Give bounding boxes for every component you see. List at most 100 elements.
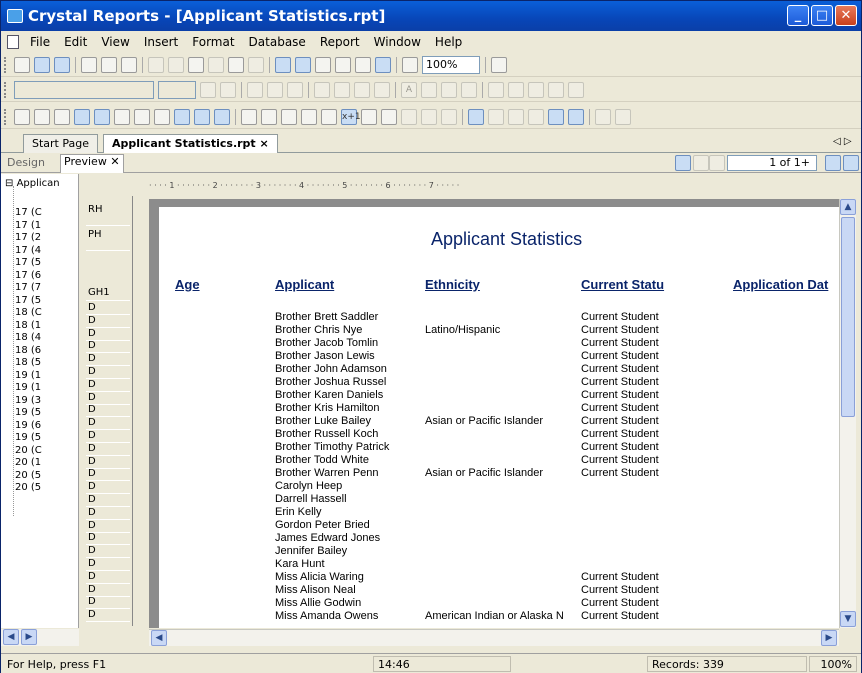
increase-font-icon[interactable]	[200, 81, 216, 98]
new-icon[interactable]	[14, 56, 30, 73]
tree-node[interactable]: 17 (6	[15, 270, 41, 281]
tree-node[interactable]: 18 (1	[15, 320, 41, 331]
tree-node[interactable]: 19 (5	[15, 407, 41, 418]
undo-icon[interactable]	[228, 56, 244, 73]
tab-start-page[interactable]: Start Page	[23, 134, 98, 153]
zoom-icon[interactable]	[421, 108, 437, 125]
tree-node[interactable]: 17 (4	[15, 245, 41, 256]
section-detail[interactable]: D	[86, 328, 130, 341]
group-tree-icon[interactable]	[441, 108, 457, 125]
tree-scroll-left-icon[interactable]: ◀	[3, 629, 19, 645]
insert-map-icon[interactable]	[214, 108, 230, 125]
copy-icon[interactable]	[168, 56, 184, 73]
tree-node[interactable]: 17 (1	[15, 220, 41, 231]
horizontal-scrollbar[interactable]: ◀ ▶	[149, 629, 839, 646]
save-icon[interactable]	[54, 56, 70, 73]
insert-group-icon[interactable]	[34, 108, 50, 125]
format-painter-icon[interactable]	[208, 56, 224, 73]
menu-database[interactable]: Database	[242, 35, 313, 49]
section-detail[interactable]: D	[86, 353, 130, 367]
highlighting-icon[interactable]	[321, 108, 337, 125]
insert-subreport-icon[interactable]	[114, 108, 130, 125]
refresh-preview-icon[interactable]	[675, 155, 691, 171]
scroll-up-icon[interactable]: ▲	[840, 199, 856, 215]
find-icon[interactable]	[402, 56, 418, 73]
first-page-icon[interactable]	[508, 108, 524, 125]
field-explorer-icon[interactable]	[275, 56, 291, 73]
zoom-select[interactable]: 100%	[422, 55, 480, 74]
thousands-icon[interactable]	[508, 81, 524, 98]
last-page-nav-icon[interactable]	[843, 155, 859, 171]
redo-icon[interactable]	[248, 56, 264, 73]
help-icon[interactable]	[491, 56, 507, 73]
insert-picture-icon[interactable]	[174, 108, 190, 125]
search-icon[interactable]	[401, 108, 417, 125]
insert-summary-icon[interactable]	[54, 108, 70, 125]
section-rh[interactable]: RH	[86, 204, 130, 226]
report-options-icon[interactable]	[381, 108, 397, 125]
decrease-font-icon[interactable]	[220, 81, 236, 98]
section-detail[interactable]: D	[86, 494, 130, 507]
print-preview-icon[interactable]	[101, 56, 117, 73]
font-name-select[interactable]	[14, 80, 154, 99]
toolbar-grip[interactable]	[4, 81, 8, 98]
italic-icon[interactable]	[267, 81, 283, 98]
tree-node[interactable]: 20 (C	[15, 445, 42, 456]
record-sort-icon[interactable]	[261, 108, 277, 125]
vertical-scrollbar[interactable]: ▲ ▼	[839, 199, 856, 628]
tree-node[interactable]: 19 (3	[15, 395, 41, 406]
bold-icon[interactable]	[247, 81, 263, 98]
open-icon[interactable]	[34, 56, 50, 73]
section-detail[interactable]: D	[86, 340, 130, 354]
hyperlink-icon[interactable]	[361, 108, 377, 125]
section-detail[interactable]: D	[86, 430, 130, 443]
tree-node[interactable]: 18 (4	[15, 332, 41, 343]
stop-preview-icon[interactable]	[693, 155, 709, 171]
section-detail[interactable]: D	[86, 545, 130, 559]
repository-icon[interactable]	[315, 56, 331, 73]
section-ph[interactable]: PH	[86, 229, 130, 251]
close-preview-icon[interactable]: ✕	[110, 155, 119, 168]
report-explorer-icon[interactable]	[295, 56, 311, 73]
insert-olap-icon[interactable]	[94, 108, 110, 125]
section-detail[interactable]: D	[86, 392, 130, 405]
minimize-button[interactable]: _	[787, 5, 809, 26]
section-detail[interactable]: D	[86, 507, 130, 520]
align-right-icon[interactable]	[354, 81, 370, 98]
menu-format[interactable]: Format	[185, 35, 241, 49]
formula-workshop-icon[interactable]: x+1	[341, 108, 361, 125]
section-detail[interactable]: D	[86, 520, 130, 533]
scroll-thumb[interactable]	[841, 217, 855, 417]
tree-node[interactable]: 20 (1	[15, 457, 41, 468]
database-expert-icon[interactable]	[375, 56, 391, 73]
dependency-checker-icon[interactable]	[335, 56, 351, 73]
section-gh1[interactable]: GH1	[86, 287, 130, 301]
tree-node[interactable]: 20 (5	[15, 470, 41, 481]
stop-icon[interactable]	[488, 108, 504, 125]
menu-view[interactable]: View	[94, 35, 136, 49]
insert-crosstab-icon[interactable]	[74, 108, 90, 125]
section-detail[interactable]: D	[86, 366, 130, 379]
insert-text-object-icon[interactable]	[14, 108, 30, 125]
refresh-icon[interactable]	[468, 108, 484, 125]
forward-icon[interactable]	[615, 108, 631, 125]
tree-node[interactable]: 17 (C	[15, 207, 42, 218]
menu-help[interactable]: Help	[428, 35, 469, 49]
cut-icon[interactable]	[148, 56, 164, 73]
justify-icon[interactable]	[374, 81, 390, 98]
last-page-icon[interactable]	[568, 108, 584, 125]
section-detail[interactable]: D	[86, 404, 130, 418]
back-icon[interactable]	[595, 108, 611, 125]
borders-icon[interactable]	[421, 81, 437, 98]
select-expert-icon[interactable]	[281, 108, 297, 125]
currency-icon[interactable]	[488, 81, 504, 98]
font-size-select[interactable]	[158, 80, 196, 99]
maximize-button[interactable]: □	[811, 5, 833, 26]
previous-page-icon[interactable]	[528, 108, 544, 125]
suppress-icon[interactable]	[441, 81, 457, 98]
menu-window[interactable]: Window	[367, 35, 428, 49]
tree-node[interactable]: 18 (5	[15, 357, 41, 368]
section-detail[interactable]: D	[86, 596, 130, 610]
design-tab[interactable]: Design	[7, 156, 45, 169]
section-detail[interactable]: D	[86, 379, 130, 392]
